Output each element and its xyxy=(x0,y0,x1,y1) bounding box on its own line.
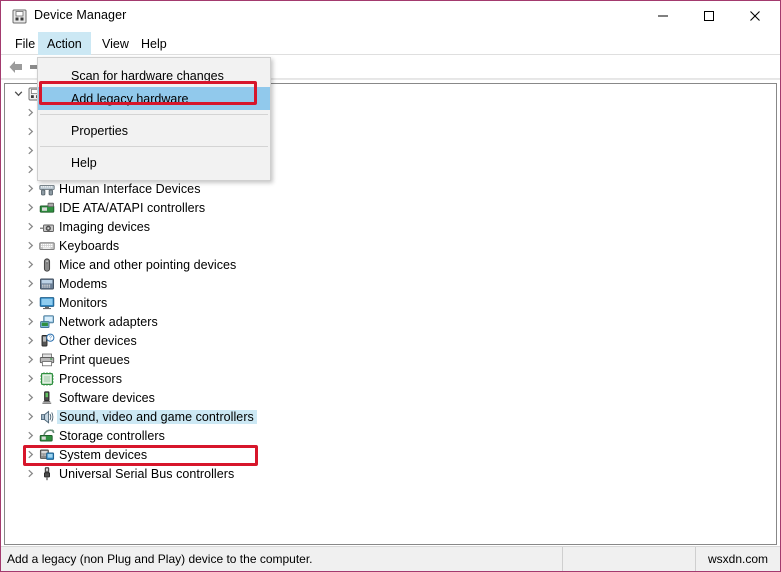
tree-row-keyboards[interactable]: Keyboards xyxy=(5,236,776,255)
tree-row-monitors[interactable]: Monitors xyxy=(5,293,776,312)
window-title: Device Manager xyxy=(34,8,126,22)
tree-item-label: Print queues xyxy=(57,353,133,367)
tree-item-label: Imaging devices xyxy=(57,220,153,234)
tree-row-modems[interactable]: Modems xyxy=(5,274,776,293)
tree-row-universal-serial-bus-controllers[interactable]: Universal Serial Bus controllers xyxy=(5,464,776,483)
tree-item-label: Storage controllers xyxy=(57,429,168,443)
keyboard-icon xyxy=(37,236,57,255)
tree-row-network-adapters[interactable]: Network adapters xyxy=(5,312,776,331)
tree-item-label: Other devices xyxy=(57,334,140,348)
status-message: Add a legacy (non Plug and Play) device … xyxy=(1,547,563,571)
speaker-icon xyxy=(37,407,57,426)
hid-icon xyxy=(37,179,57,198)
menu-item-help[interactable]: Help xyxy=(38,151,270,174)
tree-row-other-devices[interactable]: ? Other devices xyxy=(5,331,776,350)
close-button[interactable] xyxy=(732,1,778,31)
status-bar: Add a legacy (non Plug and Play) device … xyxy=(1,546,780,571)
tree-item-label: System devices xyxy=(57,448,150,462)
menu-item-properties[interactable]: Properties xyxy=(38,119,270,142)
processor-icon xyxy=(37,369,57,388)
chevron-right-icon[interactable] xyxy=(23,331,37,350)
software-device-icon xyxy=(37,388,57,407)
chevron-right-icon[interactable] xyxy=(23,255,37,274)
chevron-right-icon[interactable] xyxy=(23,293,37,312)
tree-row-system-devices[interactable]: System devices xyxy=(5,445,776,464)
back-arrow-icon[interactable] xyxy=(6,58,26,76)
tree-row-imaging-devices[interactable]: Imaging devices xyxy=(5,217,776,236)
title-bar: Device Manager xyxy=(1,1,780,32)
chevron-right-icon[interactable] xyxy=(23,141,37,160)
menu-item-scan-for-hardware-changes[interactable]: Scan for hardware changes xyxy=(38,64,270,87)
tree-item-label: Processors xyxy=(57,372,125,386)
device-manager-icon xyxy=(11,8,28,25)
chevron-right-icon[interactable] xyxy=(23,388,37,407)
tree-item-label: Human Interface Devices xyxy=(57,182,204,196)
tree-row-ide-ata-atapi-controllers[interactable]: IDE ATA/ATAPI controllers xyxy=(5,198,776,217)
tree-item-label: Sound, video and game controllers xyxy=(57,410,257,424)
chevron-right-icon[interactable] xyxy=(23,236,37,255)
menu-item-add-legacy-hardware[interactable]: Add legacy hardware xyxy=(38,87,270,110)
dropdown-separator-2 xyxy=(40,146,268,147)
tree-item-label: Universal Serial Bus controllers xyxy=(57,467,237,481)
chevron-right-icon[interactable] xyxy=(23,445,37,464)
chevron-right-icon[interactable] xyxy=(23,103,37,122)
chevron-right-icon[interactable] xyxy=(23,179,37,198)
device-manager-window: Device Manager File Action View Help xyxy=(0,0,781,572)
dropdown-separator-1 xyxy=(40,114,268,115)
ide-controller-icon xyxy=(37,198,57,217)
chevron-right-icon[interactable] xyxy=(23,464,37,483)
action-dropdown-menu[interactable]: Scan for hardware changes Add legacy har… xyxy=(37,57,271,181)
tree-item-label: Software devices xyxy=(57,391,158,405)
tree-item-label: Mice and other pointing devices xyxy=(57,258,239,272)
tree-row-sound-video-and-game-controllers[interactable]: Sound, video and game controllers xyxy=(5,407,776,426)
tree-row-software-devices[interactable]: Software devices xyxy=(5,388,776,407)
system-device-icon xyxy=(37,445,57,464)
tree-item-label: IDE ATA/ATAPI controllers xyxy=(57,201,208,215)
storage-controller-icon xyxy=(37,426,57,445)
menu-action[interactable]: Action xyxy=(38,32,91,55)
tree-item-label: Keyboards xyxy=(57,239,122,253)
svg-text:?: ? xyxy=(49,335,52,341)
chevron-right-icon[interactable] xyxy=(23,312,37,331)
monitor-icon xyxy=(37,293,57,312)
tree-row-print-queues[interactable]: Print queues xyxy=(5,350,776,369)
printer-icon xyxy=(37,350,57,369)
close-icon xyxy=(749,10,761,22)
modem-icon xyxy=(37,274,57,293)
tree-row-processors[interactable]: Processors xyxy=(5,369,776,388)
dropdown-bottom-pad xyxy=(38,174,270,177)
maximize-icon xyxy=(703,10,715,22)
chevron-right-icon[interactable] xyxy=(23,122,37,141)
chevron-right-icon[interactable] xyxy=(23,160,37,179)
tree-row-mice-and-other-pointing-devices[interactable]: Mice and other pointing devices xyxy=(5,255,776,274)
chevron-down-icon[interactable] xyxy=(11,84,25,103)
chevron-right-icon[interactable] xyxy=(23,198,37,217)
chevron-right-icon[interactable] xyxy=(23,407,37,426)
status-watermark: wsxdn.com xyxy=(696,547,780,571)
other-device-icon: ? xyxy=(37,331,57,350)
menu-bar: File Action View Help xyxy=(1,32,780,55)
minimize-button[interactable] xyxy=(640,1,686,31)
chevron-right-icon[interactable] xyxy=(23,350,37,369)
tree-row-storage-controllers[interactable]: Storage controllers xyxy=(5,426,776,445)
mouse-icon xyxy=(37,255,57,274)
network-adapter-icon xyxy=(37,312,57,331)
minimize-icon xyxy=(657,10,669,22)
tree-item-label: Modems xyxy=(57,277,110,291)
chevron-right-icon[interactable] xyxy=(23,369,37,388)
tree-item-label: Network adapters xyxy=(57,315,161,329)
imaging-device-icon xyxy=(37,217,57,236)
chevron-right-icon[interactable] xyxy=(23,217,37,236)
tree-row-human-interface-devices[interactable]: Human Interface Devices xyxy=(5,179,776,198)
tree-item-label: Monitors xyxy=(57,296,110,310)
maximize-button[interactable] xyxy=(686,1,732,31)
status-panel-middle xyxy=(563,547,696,571)
usb-icon xyxy=(37,464,57,483)
menu-help[interactable]: Help xyxy=(132,32,176,55)
chevron-right-icon[interactable] xyxy=(23,274,37,293)
chevron-right-icon[interactable] xyxy=(23,426,37,445)
